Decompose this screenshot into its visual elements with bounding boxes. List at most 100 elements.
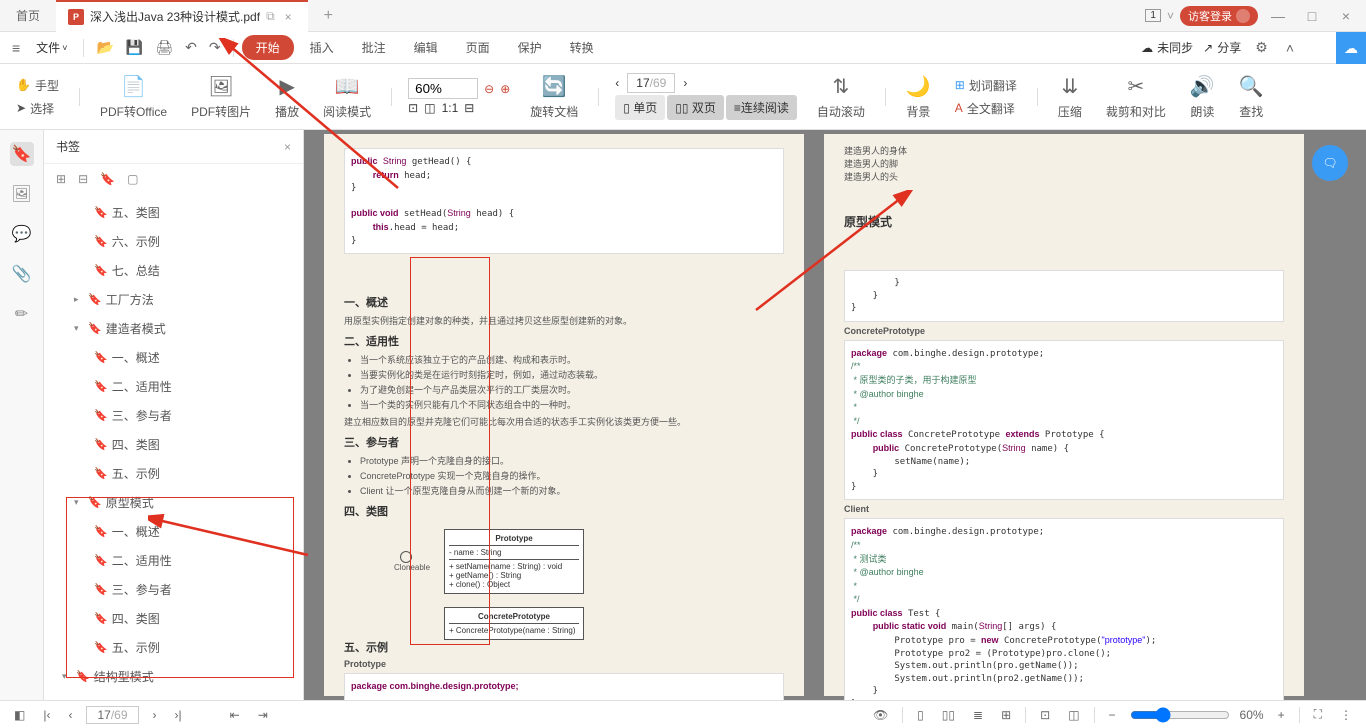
indent-left-icon[interactable]: ⇤ — [226, 706, 244, 724]
actual-icon[interactable]: ◫ — [1064, 706, 1083, 724]
single-page-button[interactable]: ▯ 单页 — [615, 95, 665, 120]
hand-tool[interactable]: ✋手型 — [12, 75, 63, 96]
autoscroll-button[interactable]: ⇅自动滚动 — [809, 70, 873, 124]
double-page-button[interactable]: ▯▯ 双页 — [667, 95, 724, 120]
signature-icon[interactable]: ✏ — [10, 302, 34, 326]
bookmark-item[interactable]: ▾🔖建造者模式 — [44, 314, 303, 343]
play-button[interactable]: ▶播放 — [267, 70, 307, 124]
expand-icon[interactable]: ▾ — [74, 497, 84, 508]
sb-page-input[interactable]: 17 — [97, 708, 110, 722]
comments-icon[interactable]: 💬 — [10, 222, 34, 246]
continuous-button[interactable]: ≡连续阅读 — [726, 95, 797, 120]
fullscreen-icon[interactable]: ⛶ — [1310, 705, 1326, 724]
page-input[interactable]: 17 — [636, 76, 649, 90]
minimize-button[interactable]: — — [1264, 8, 1292, 24]
compress-button[interactable]: ⇊压缩 — [1050, 70, 1090, 124]
sidebar-close-icon[interactable]: × — [284, 140, 291, 154]
menu-insert[interactable]: 插入 — [298, 35, 346, 60]
fit-page-icon[interactable]: ◫ — [424, 101, 435, 115]
expand-all-icon[interactable]: ⊞ — [56, 172, 66, 186]
print-icon[interactable]: 🖨 — [151, 35, 177, 60]
sync-status[interactable]: ☁未同步 — [1141, 39, 1193, 56]
menu-annotate[interactable]: 批注 — [350, 35, 398, 60]
zoom-slider[interactable] — [1130, 707, 1230, 723]
maximize-button[interactable]: □ — [1298, 8, 1326, 24]
tab-active-file[interactable]: P 深入浅出Java 23种设计模式.pdf ⧉ × — [56, 0, 308, 32]
sidebar-toggle-icon[interactable]: ◧ — [10, 706, 29, 724]
bookmark-item[interactable]: 🔖五、类图 — [44, 198, 303, 227]
find-button[interactable]: 🔍查找 — [1231, 70, 1272, 124]
next-page-icon[interactable]: › — [683, 76, 687, 90]
menu-edit[interactable]: 编辑 — [402, 35, 450, 60]
bookmark-item[interactable]: 🔖五、示例 — [44, 459, 303, 488]
attachments-icon[interactable]: 📎 — [10, 262, 34, 286]
float-assist-button[interactable]: 🗨 — [1312, 145, 1348, 181]
collapse-all-icon[interactable]: ⊟ — [78, 172, 88, 186]
indent-right-icon[interactable]: ⇥ — [254, 706, 272, 724]
bookmarks-icon[interactable]: 🔖 — [10, 142, 34, 166]
undo-icon[interactable]: ↶ — [181, 35, 201, 60]
dropdown-icon[interactable]: ˅ — [1167, 9, 1174, 23]
more-icon[interactable]: ⋮ — [1336, 706, 1356, 724]
expand-icon[interactable]: ▾ — [74, 323, 84, 334]
settings-icon[interactable]: ⚙ — [1251, 35, 1272, 60]
view-continuous-icon[interactable]: ≣ — [969, 706, 987, 724]
bookmark-item[interactable]: 🔖三、参与者 — [44, 575, 303, 604]
prev-page-icon[interactable]: ‹ — [64, 706, 76, 724]
bookmark-item[interactable]: 🔖二、适用性 — [44, 546, 303, 575]
bookmark-item[interactable]: 🔖一、概述 — [44, 343, 303, 372]
zoom-select[interactable] — [408, 78, 478, 99]
actual-size-icon[interactable]: 1:1 — [442, 101, 459, 115]
background-button[interactable]: 🌙背景 — [898, 70, 939, 124]
read-aloud-button[interactable]: 🔊朗读 — [1182, 70, 1223, 124]
open-icon[interactable]: 📂 — [92, 35, 117, 60]
fit-width-icon[interactable]: ⊡ — [408, 101, 418, 115]
zoom-out-icon[interactable]: ⊖ — [484, 82, 494, 96]
menu-protect[interactable]: 保护 — [506, 35, 554, 60]
bookmark-item[interactable]: 🔖六、示例 — [44, 227, 303, 256]
bookmark-item[interactable]: 🔖七、总结 — [44, 256, 303, 285]
eye-icon[interactable]: 👁 — [869, 706, 892, 724]
bookmark-item[interactable]: ▸🔖工厂方法 — [44, 285, 303, 314]
last-page-icon[interactable]: ›| — [171, 706, 186, 724]
document-view[interactable]: public String getHead() { return head; }… — [304, 130, 1366, 700]
crop-compare-button[interactable]: ✂裁剪和对比 — [1098, 70, 1174, 124]
window-number-badge[interactable]: 1 — [1145, 9, 1161, 22]
pdf-to-office-button[interactable]: 📄PDF转Office — [92, 70, 175, 124]
fit-icon[interactable]: ⊡ — [1036, 706, 1054, 724]
bookmark-item[interactable]: 🔖五、示例 — [44, 633, 303, 662]
menu-start[interactable]: 开始 — [242, 35, 294, 60]
select-tool[interactable]: ➤选择 — [12, 98, 63, 119]
select-translate-button[interactable]: ⊞划词翻译 — [951, 75, 1021, 96]
zoom-in-icon[interactable]: ⊕ — [500, 82, 510, 96]
share-button[interactable]: ↗分享 — [1203, 39, 1241, 56]
cloud-badge[interactable]: ☁ — [1336, 32, 1366, 64]
redo-icon[interactable]: ↷ — [205, 35, 225, 60]
file-menu[interactable]: 文件˅ — [28, 39, 75, 56]
view-single-icon[interactable]: ▯ — [913, 706, 928, 724]
guest-login-button[interactable]: 访客登录 — [1180, 6, 1258, 26]
menu-page[interactable]: 页面 — [454, 35, 502, 60]
first-page-icon[interactable]: |‹ — [39, 706, 54, 724]
bookmark-item[interactable]: 🔖一、概述 — [44, 517, 303, 546]
view-grid-icon[interactable]: ⊞ — [997, 706, 1015, 724]
bookmark-item[interactable]: 🔖三、参与者 — [44, 401, 303, 430]
bookmark-add-icon[interactable]: 🔖 — [100, 172, 115, 186]
fit-height-icon[interactable]: ⊟ — [464, 101, 474, 115]
full-translate-button[interactable]: A全文翻译 — [951, 98, 1021, 119]
close-window-button[interactable]: × — [1332, 8, 1360, 24]
view-double-icon[interactable]: ▯▯ — [938, 706, 959, 724]
bookmark-item[interactable]: 🔖四、类图 — [44, 430, 303, 459]
zoom-in-icon[interactable]: + — [1274, 706, 1289, 724]
expand-icon[interactable]: ▸ — [74, 294, 84, 305]
menu-convert[interactable]: 转换 — [558, 35, 606, 60]
prev-page-icon[interactable]: ‹ — [615, 76, 619, 90]
bookmark-nav-icon[interactable]: ▢ — [127, 172, 138, 186]
thumbnails-icon[interactable]: 🖼 — [10, 182, 34, 206]
bookmark-item[interactable]: ▾🔖结构型模式 — [44, 662, 303, 691]
bookmark-item[interactable]: ▾🔖原型模式 — [44, 488, 303, 517]
tab-close-icon[interactable]: × — [281, 10, 296, 24]
tab-home[interactable]: 首页 — [0, 0, 56, 32]
pdf-to-image-button[interactable]: 🖼PDF转图片 — [183, 70, 259, 124]
collapse-ribbon-icon[interactable]: ˄ — [1282, 36, 1298, 60]
